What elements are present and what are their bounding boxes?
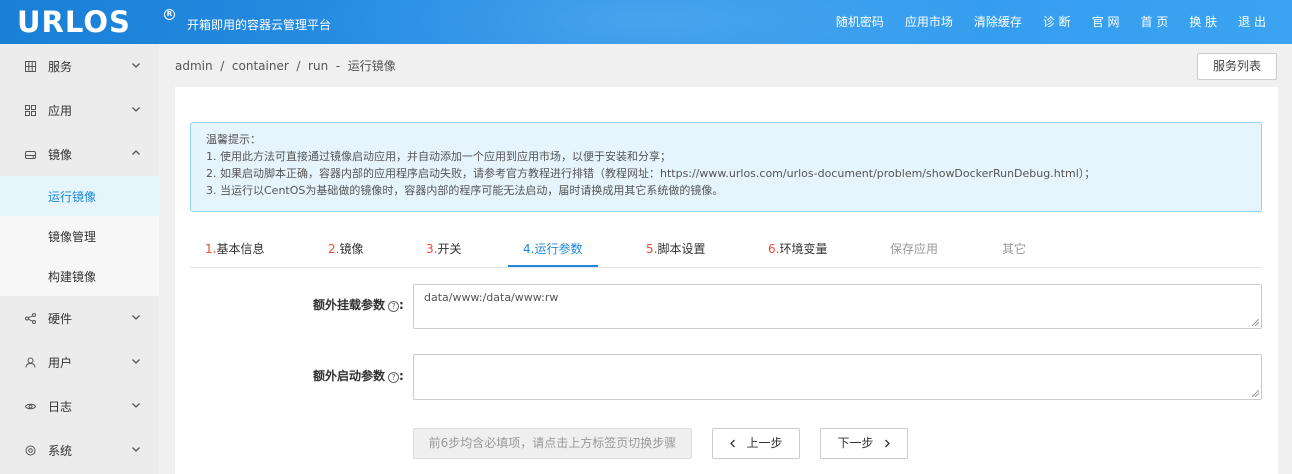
logo[interactable]: URLOS [17,2,131,42]
question-icon[interactable]: ? [388,301,400,312]
next-step-button[interactable]: 下一步 [820,428,908,459]
nav-official-site[interactable]: 官 网 [1092,13,1120,31]
start-params-label-text: 额外启动参数 [313,369,386,383]
chevron-left-icon [730,439,736,448]
chevron-down-icon [132,403,140,408]
chevron-up-icon [132,150,140,155]
notice-line: 3. 当运行以CentOS为基础做的镜像时，容器内部的程序可能无法启动，届时请换… [206,184,724,197]
tab-env-vars[interactable]: 6.环境变量 [768,240,827,257]
chevron-right-icon [884,439,890,448]
registered-mark-icon: R [164,9,175,20]
tab-run-params[interactable]: 4.运行参数 [523,240,582,257]
tab-switch[interactable]: 3.开关 [426,240,461,257]
user-icon [25,357,36,368]
sidebar-item-service[interactable]: 服务 [0,44,159,88]
sidebar-item-image[interactable]: 镜像 [0,132,159,176]
sidebar-item-label: 日志 [48,399,73,414]
breadcrumb: admin / container / run - 运行镜像 [175,59,396,73]
nav-random-password[interactable]: 随机密码 [836,13,884,31]
question-icon[interactable]: ? [388,372,400,383]
main-panel: 温馨提示： 1. 使用此方法可直接通过镜像启动应用，并自动添加一个应用到应用市场… [175,87,1278,474]
nav-diagnose[interactable]: 诊 断 [1043,13,1071,31]
sidebar-item-label: 用户 [48,355,73,370]
mount-params-label-text: 额外挂载参数 [313,298,386,312]
tab-label: 开关 [437,242,462,256]
sidebar-item-user[interactable]: 用户 [0,340,159,384]
tab-basic-info[interactable]: 1.基本信息 [205,240,264,257]
sidebar-subitem-run-image[interactable]: 运行镜像 [0,176,159,216]
grid-icon [25,60,36,72]
sidebar: 服务 应用 镜像 运行镜像 镜像管理 构建镜像 硬件 用户 日志 系统 [0,44,159,474]
chevron-down-icon [132,447,140,452]
sidebar-subitem-build-image[interactable]: 构建镜像 [0,256,159,296]
prev-step-button[interactable]: 上一步 [712,428,800,459]
header-subtitle: 开箱即用的容器云管理平台 [187,18,332,32]
step-hint-button: 前6步均含必填项，请点击上方标签页切换步骤 [413,428,692,459]
tab-number: 1. [205,242,217,256]
tab-number: 2. [328,242,340,256]
tab-image[interactable]: 2.镜像 [328,240,363,257]
sidebar-item-log[interactable]: 日志 [0,384,159,428]
chevron-down-icon [132,63,140,68]
sidebar-item-hardware[interactable]: 硬件 [0,296,159,340]
tab-label: 环境变量 [779,242,828,256]
prev-step-label: 上一步 [746,436,783,450]
tab-number: 5. [646,242,658,256]
disk-icon [25,149,36,160]
top-nav: 随机密码 应用市场 清除缓存 诊 断 官 网 首 页 换 肤 退 出 [815,13,1266,31]
label-colon: : [399,369,404,383]
chevron-down-icon [132,315,140,320]
resize-grip-icon[interactable] [1252,319,1259,326]
tab-label: 脚本设置 [657,242,706,256]
chevron-down-icon [132,359,140,364]
tab-script-settings[interactable]: 5.脚本设置 [646,240,705,257]
active-tab-indicator [508,265,598,267]
mount-params-input[interactable]: data/www:/data/www:rw [413,284,1262,329]
mount-params-label: 额外挂载参数?: [313,296,404,313]
nav-app-market[interactable]: 应用市场 [905,13,953,31]
apps-icon [25,104,36,116]
tab-save-app[interactable]: 保存应用 [890,240,938,257]
gear-icon [25,445,36,456]
next-step-label: 下一步 [837,436,874,450]
start-params-input[interactable] [413,354,1262,400]
tab-label: 其它 [1002,242,1027,256]
sidebar-item-label: 镜像 [48,147,73,162]
step-tabs: 1.基本信息 2.镜像 3.开关 4.运行参数 5.脚本设置 6.环境变量 保存… [190,232,1262,268]
nav-skin[interactable]: 换 肤 [1189,13,1217,31]
sidebar-item-label: 应用 [48,103,73,118]
sidebar-item-label: 系统 [48,443,73,458]
notice-line: 2. 如果启动脚本正确，容器内部的应用程序启动失败，请参考官方教程进行排错（教程… [206,167,1096,180]
notice-line: 1. 使用此方法可直接通过镜像启动应用，并自动添加一个应用到应用市场，以便于安装… [206,150,671,163]
tab-number: 3. [426,242,438,256]
top-header: URLOS R 开箱即用的容器云管理平台 随机密码 应用市场 清除缓存 诊 断 … [0,0,1292,44]
sidebar-item-label: 服务 [48,59,73,74]
label-colon: : [399,298,404,312]
sidebar-subitem-image-manage[interactable]: 镜像管理 [0,216,159,256]
start-params-label: 额外启动参数?: [313,367,404,384]
tab-number: 6. [768,242,780,256]
notice-box: 温馨提示： 1. 使用此方法可直接通过镜像启动应用，并自动添加一个应用到应用市场… [190,122,1262,212]
share-icon [25,312,36,324]
nav-logout[interactable]: 退 出 [1238,13,1266,31]
service-list-button[interactable]: 服务列表 [1197,53,1277,80]
sidebar-item-label: 硬件 [48,311,73,326]
eye-icon [25,401,36,412]
tab-label: 基本信息 [216,242,265,256]
tab-label: 保存应用 [890,242,939,256]
tab-label: 运行参数 [534,242,583,256]
mount-params-value: data/www:/data/www:rw [424,291,559,304]
resize-grip-icon[interactable] [1252,390,1259,397]
tab-number: 4. [523,242,535,256]
nav-home[interactable]: 首 页 [1141,13,1169,31]
chevron-down-icon [132,107,140,112]
nav-clear-cache[interactable]: 清除缓存 [974,13,1022,31]
sidebar-item-apps[interactable]: 应用 [0,88,159,132]
tab-other[interactable]: 其它 [1002,240,1026,257]
notice-title: 温馨提示： [206,133,261,146]
sidebar-item-system[interactable]: 系统 [0,428,159,472]
tab-label: 镜像 [339,242,364,256]
